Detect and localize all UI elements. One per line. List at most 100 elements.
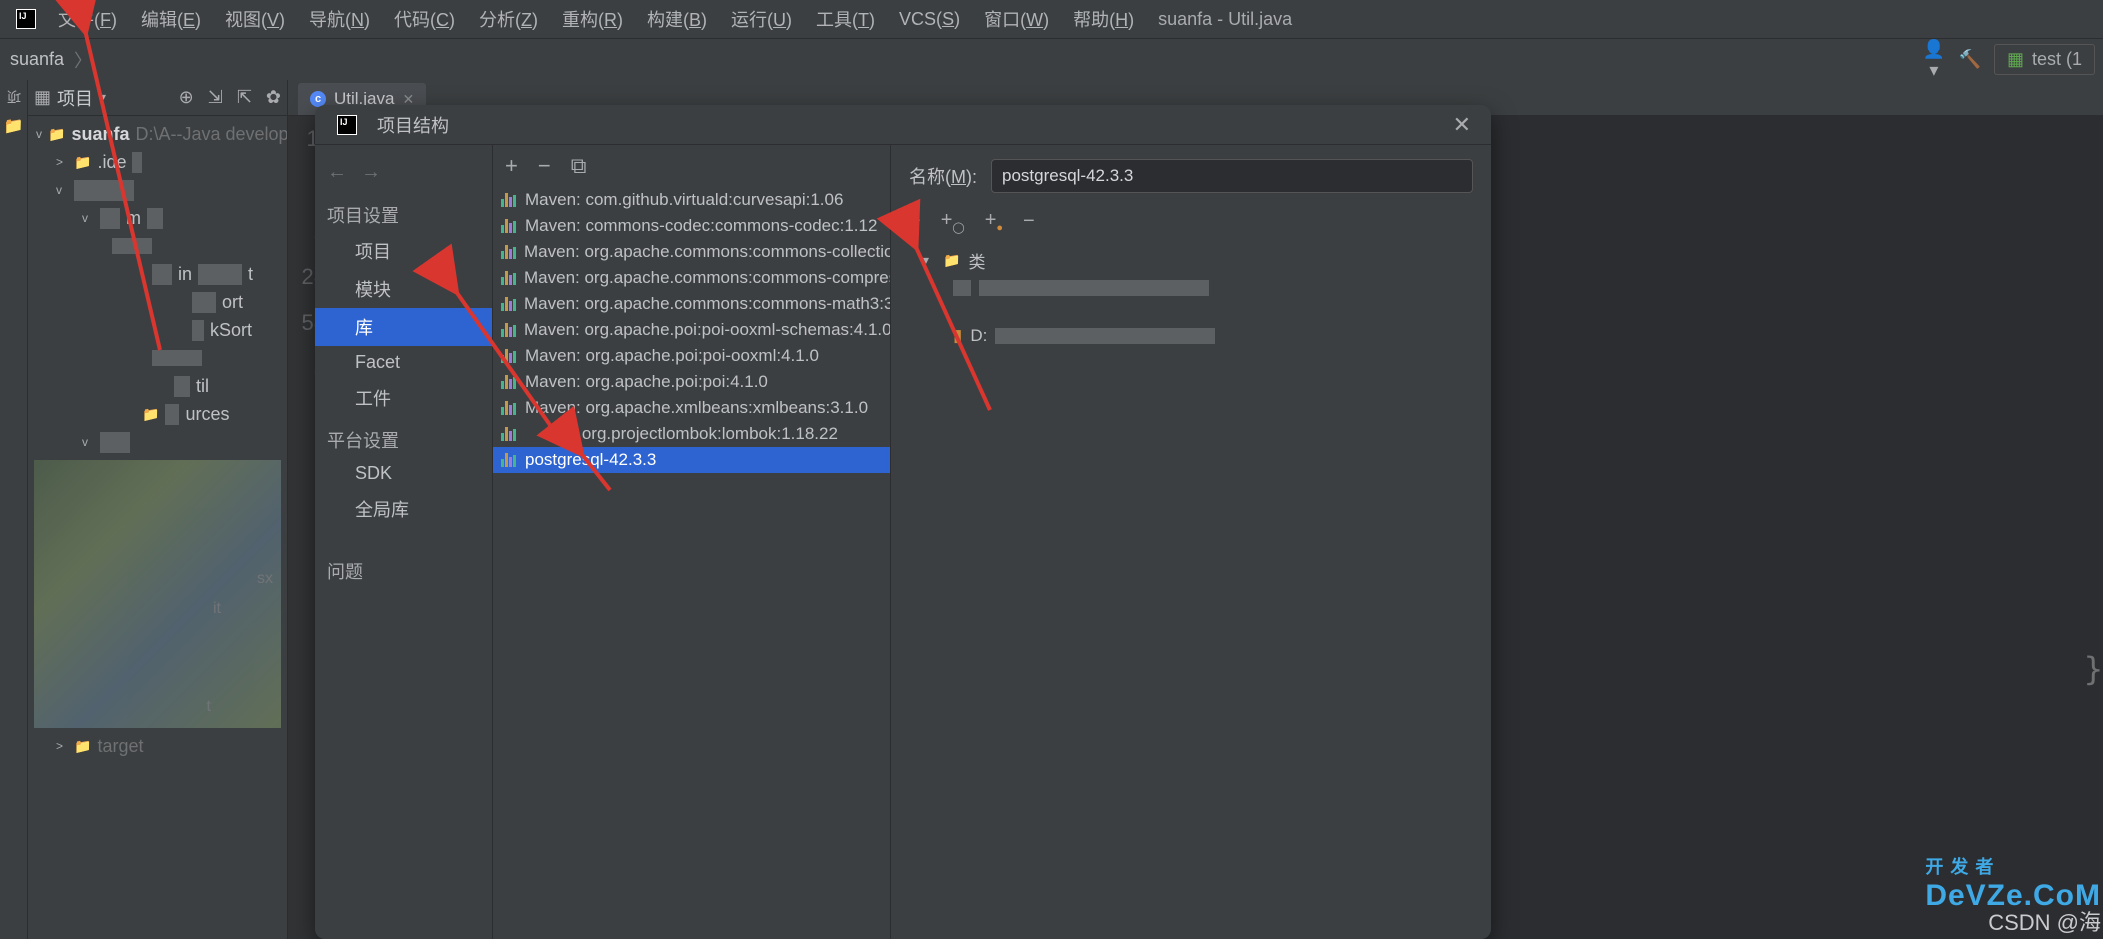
dialog-title: 项目结构 xyxy=(377,112,449,138)
library-detail-toolbar: + +◯ +● − xyxy=(909,209,1473,234)
classes-label: 类 xyxy=(968,248,985,273)
user-icon[interactable]: 👤▾ xyxy=(1922,39,1946,81)
breadcrumb-root[interactable]: suanfa xyxy=(10,49,64,70)
menu-refactor[interactable]: 重构(R) xyxy=(550,0,635,38)
tree-row[interactable]: vxxma xyxy=(28,204,287,232)
tree-row[interactable]: xinxxxxt xyxy=(28,260,287,288)
settings-icon[interactable]: ✿ xyxy=(266,87,281,108)
library-icon xyxy=(501,453,517,467)
library-row[interactable]: Maven: org.apache.poi:poi:4.1.0 xyxy=(493,369,890,395)
library-row[interactable]: Maven: com.github.virtuald:curvesapi:1.0… xyxy=(493,187,890,213)
library-row[interactable]: Maven: org.apache.poi:poi-ooxml:4.1.0 xyxy=(493,343,890,369)
menu-vcs[interactable]: VCS(S) xyxy=(887,3,972,36)
name-label: 名称(M): xyxy=(909,163,977,189)
breadcrumb-separator-icon: 〉 xyxy=(74,47,92,73)
build-icon[interactable]: 🔨 xyxy=(1958,49,1982,70)
tree-row[interactable]: >📁.idea xyxy=(28,148,287,176)
add-url-root-icon[interactable]: +◯ xyxy=(941,209,965,234)
nav-item-artifacts[interactable]: 工件 xyxy=(315,379,492,417)
tree-row[interactable]: 📁xurces xyxy=(28,400,287,428)
library-icon xyxy=(501,271,516,285)
tree-row[interactable]: xxx xyxy=(28,232,287,260)
tree-root[interactable]: v📁 suanfa D:\A--Java developmen xyxy=(28,120,287,148)
project-view-icon[interactable]: ▦ xyxy=(34,87,51,108)
menu-help[interactable]: 帮助(H) xyxy=(1061,0,1146,38)
menu-analyze[interactable]: 分析(Z) xyxy=(467,0,550,38)
menu-bar: 文件(F) 编辑(E) 视图(V) 导航(N) 代码(C) 分析(Z) 重构(R… xyxy=(0,0,2103,38)
library-icon xyxy=(501,375,517,389)
remove-root-icon[interactable]: − xyxy=(1023,210,1035,233)
classes-folder-icon: 📁 xyxy=(943,252,960,269)
tree-row[interactable]: xtil xyxy=(28,372,287,400)
library-row[interactable]: Maven: org.apache.xmlbeans:xmlbeans:3.1.… xyxy=(493,395,890,421)
nav-item-modules[interactable]: 模块 xyxy=(315,270,492,308)
nav-item-project[interactable]: 项目 xyxy=(315,232,492,270)
remove-library-icon[interactable]: − xyxy=(538,153,551,179)
tree-row[interactable]: vxx xyxy=(28,428,287,456)
menu-edit[interactable]: 编辑(E) xyxy=(129,0,213,38)
nav-item-global-libs[interactable]: 全局库 xyxy=(315,490,492,528)
menu-file[interactable]: 文件(F) xyxy=(46,0,129,38)
library-icon xyxy=(501,193,517,207)
library-row[interactable]: Maven: commons-codec:commons-codec:1.12 xyxy=(493,213,890,239)
library-icon xyxy=(501,427,517,441)
tool-window-strip: 项 📁 xyxy=(0,80,28,939)
intellij-logo-icon xyxy=(14,7,38,31)
library-icon xyxy=(501,323,516,337)
library-icon xyxy=(501,219,517,233)
collapse-all-icon[interactable]: ⇱ xyxy=(237,87,252,108)
navigation-bar: suanfa 〉 👤▾ 🔨 ▦ test (1 xyxy=(0,38,2103,80)
project-toolwindow-tab[interactable]: 项 xyxy=(4,90,24,104)
close-icon[interactable]: ✕ xyxy=(1445,108,1479,142)
library-icon xyxy=(501,401,517,415)
menu-code[interactable]: 代码(C) xyxy=(382,0,467,38)
menu-build[interactable]: 构建(B) xyxy=(635,0,719,38)
nav-forward-icon[interactable]: → xyxy=(361,161,381,184)
select-target-icon[interactable]: ⊕ xyxy=(179,87,194,108)
project-tree[interactable]: v📁 suanfa D:\A--Java developmen >📁.idea … xyxy=(28,116,287,939)
library-row-selected[interactable]: postgresql-42.3.3 xyxy=(493,447,890,473)
run-configuration-selector[interactable]: ▦ test (1 xyxy=(1994,44,2095,75)
intellij-logo-icon xyxy=(335,113,359,137)
libraries-list[interactable]: Maven: com.github.virtuald:curvesapi:1.0… xyxy=(493,187,890,939)
run-config-icon: ▦ xyxy=(2007,49,2024,70)
expand-all-icon[interactable]: ⇲ xyxy=(208,87,223,108)
add-with-dot-icon[interactable]: +● xyxy=(985,209,1003,234)
nav-item-problems[interactable]: 问题 xyxy=(315,548,492,588)
library-row[interactable]: Maven: org.apache.commons:commons-compre… xyxy=(493,265,890,291)
classes-node[interactable]: ▾ 📁 类 xyxy=(909,246,1473,274)
copy-library-icon[interactable]: ⧉ xyxy=(571,153,587,179)
nav-item-libraries[interactable]: 库 xyxy=(315,308,492,346)
add-root-icon[interactable]: + xyxy=(909,210,921,233)
dialog-nav: ← → 项目设置 项目 模块 库 Facet 工件 平台设置 SDK 全局库 问… xyxy=(315,145,493,939)
tree-row[interactable]: vxxxxx xyxy=(28,176,287,204)
class-file-row[interactable]: x xxxxxxxxxxxxxx xyxy=(909,274,1473,302)
nav-back-icon[interactable]: ← xyxy=(327,161,347,184)
nav-item-facets[interactable]: Facet xyxy=(315,346,492,379)
menu-view[interactable]: 视图(V) xyxy=(213,0,297,38)
tree-row-target[interactable]: >📁target xyxy=(28,732,287,760)
library-icon xyxy=(501,297,516,311)
add-library-icon[interactable]: + xyxy=(505,153,518,179)
library-name-input[interactable] xyxy=(991,159,1473,193)
library-row[interactable]: Maven: org.apache.poi:poi-ooxml-schemas:… xyxy=(493,317,890,343)
menu-navigate[interactable]: 导航(N) xyxy=(297,0,382,38)
menu-window[interactable]: 窗口(W) xyxy=(972,0,1061,38)
library-row[interactable]: Maven: org.apache.commons:commons-math3:… xyxy=(493,291,890,317)
library-row[interactable]: ven: org.projectlombok:lombok:1.18.22 xyxy=(493,421,890,447)
folded-brace: } xyxy=(2084,650,2103,688)
tree-row[interactable]: xkSort xyxy=(28,316,287,344)
project-panel-header: ▦ 项目 ▾ ⊕ ⇲ ⇱ ✿ xyxy=(28,80,287,116)
menu-tools[interactable]: 工具(T) xyxy=(804,0,887,38)
tree-row[interactable]: xxx xyxy=(28,344,287,372)
class-file-row[interactable]: ▮ D: xxxxxxxxxxxx xyxy=(909,322,1473,350)
nav-item-sdks[interactable]: SDK xyxy=(315,457,492,490)
tree-row[interactable]: xxort xyxy=(28,288,287,316)
library-row[interactable]: Maven: org.apache.commons:commons-collec… xyxy=(493,239,890,265)
dropdown-icon[interactable]: ▾ xyxy=(99,89,106,106)
nav-section-platform-settings: 平台设置 xyxy=(315,417,492,457)
watermark-csdn: CSDN @海 xyxy=(1988,905,2101,937)
dialog-titlebar[interactable]: 项目结构 ✕ xyxy=(315,105,1491,145)
folder-icon[interactable]: 📁 xyxy=(4,116,24,136)
menu-run[interactable]: 运行(U) xyxy=(719,0,804,38)
